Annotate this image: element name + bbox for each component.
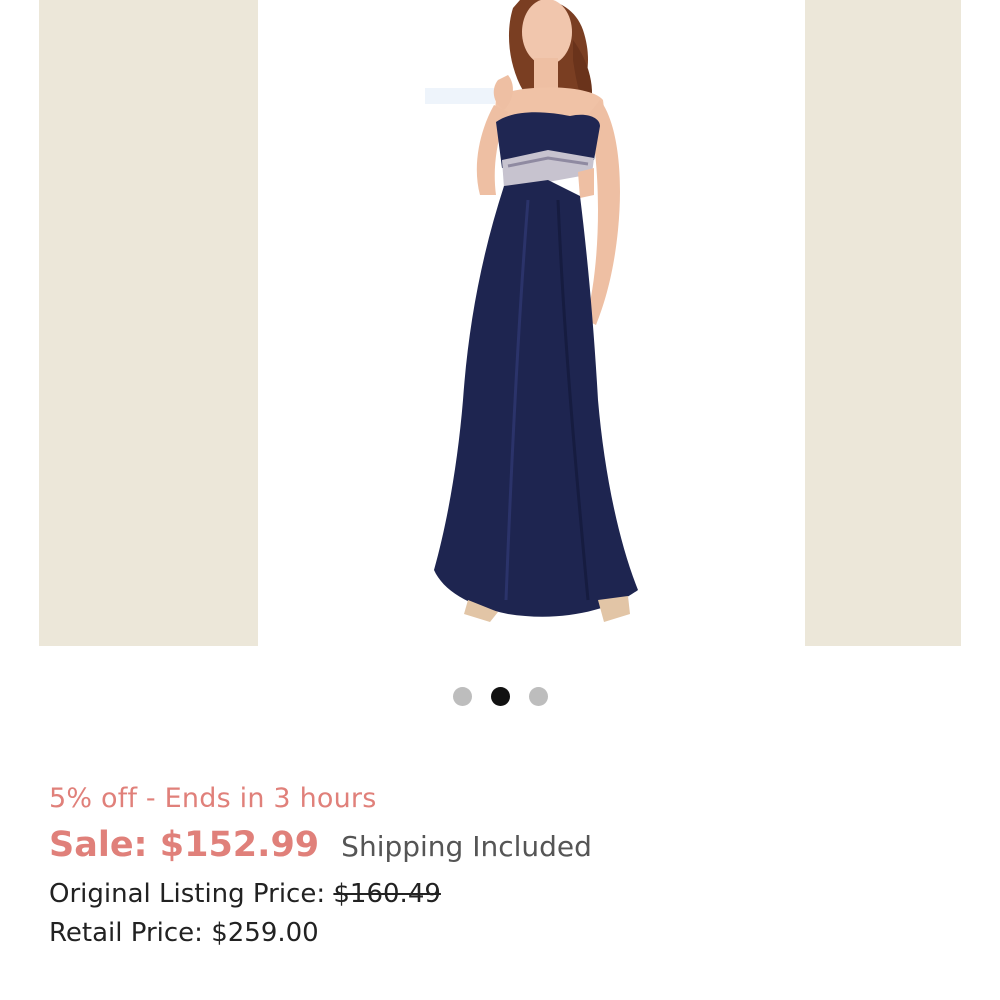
product-photo[interactable]	[258, 0, 805, 646]
promo-text: 5% off - Ends in 3 hours	[49, 783, 377, 814]
original-price-amount: $160.49	[333, 879, 441, 909]
sale-row: Sale: $152.99 Shipping Included	[49, 825, 592, 865]
carousel-dot-1[interactable]	[452, 687, 472, 706]
retail-price-row: Retail Price: $259.00	[49, 918, 319, 948]
product-image-carousel[interactable]	[39, 0, 961, 646]
carousel-dot-2[interactable]	[490, 687, 510, 706]
carousel-pagination	[0, 687, 1000, 707]
shipping-note: Shipping Included	[341, 830, 592, 863]
carousel-dot-3[interactable]	[528, 687, 548, 706]
sale-amount: $152.99	[159, 825, 320, 865]
retail-price-amount: $259.00	[211, 918, 319, 948]
original-price-label: Original Listing Price:	[49, 879, 326, 909]
dress-illustration	[425, 0, 638, 622]
retail-price-label: Retail Price:	[49, 918, 203, 948]
original-price-row: Original Listing Price: $160.49	[49, 879, 441, 909]
sale-label: Sale:	[49, 825, 148, 865]
sale-price: Sale: $152.99	[49, 825, 319, 865]
